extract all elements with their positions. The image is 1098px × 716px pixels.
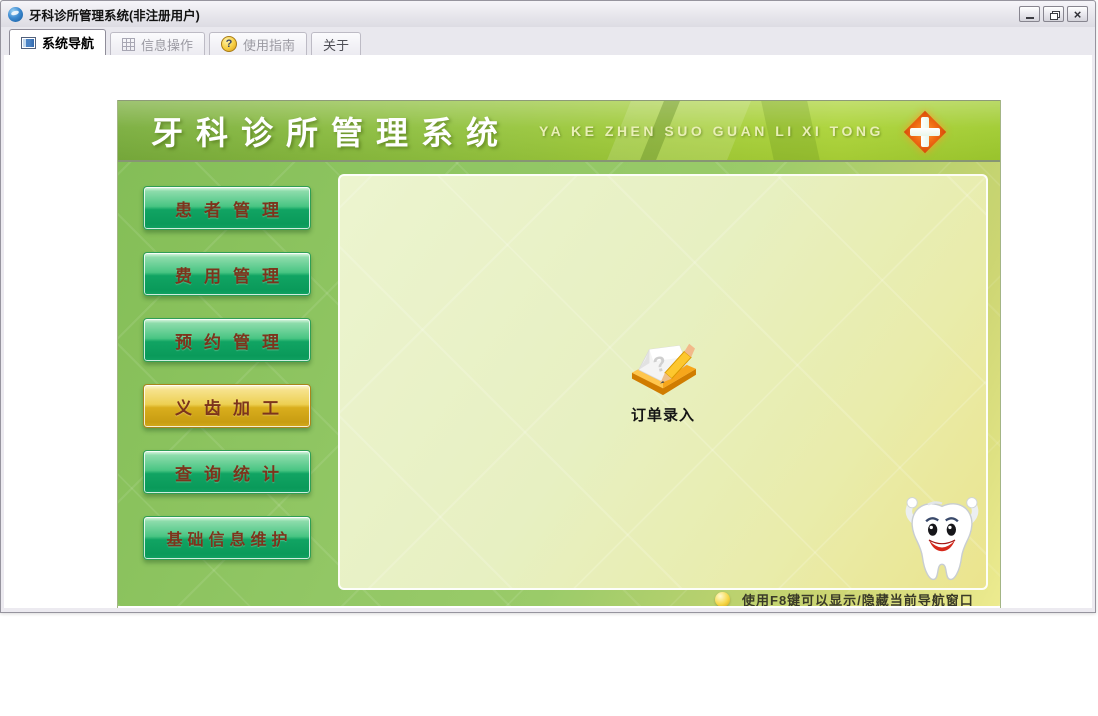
medical-cross-icon bbox=[903, 110, 947, 154]
menu-button-basic-info-maintenance[interactable]: 基础信息维护 bbox=[143, 516, 311, 560]
tooth-mascot bbox=[905, 497, 979, 581]
desktop: 牙科诊所管理系统(非注册用户) × 系统导航 信息操作 ? 使用指南 关于 牙科… bbox=[0, 0, 1098, 716]
content-area: 牙科诊所管理系统 YA KE ZHEN SUO GUAN LI XI TONG … bbox=[4, 55, 1092, 608]
tab-about[interactable]: 关于 bbox=[311, 32, 362, 55]
close-button[interactable]: × bbox=[1067, 6, 1088, 22]
workspace-panel: ? 订单录入 bbox=[338, 174, 988, 590]
panel-body: 患者管理 费用管理 预约管理 义齿加工 查询统计 基础信息维护 ? 订单录入 使… bbox=[118, 162, 1000, 606]
restore-icon bbox=[1049, 10, 1060, 20]
restore-button[interactable] bbox=[1043, 6, 1064, 22]
tab-system-navigation[interactable]: 系统导航 bbox=[9, 29, 107, 55]
title-bar: 牙科诊所管理系统(非注册用户) × bbox=[1, 1, 1095, 27]
menu-button-appointment-management[interactable]: 预约管理 bbox=[143, 318, 311, 362]
tab-label: 系统导航 bbox=[42, 36, 95, 51]
help-question-icon: ? bbox=[221, 36, 238, 52]
window-title: 牙科诊所管理系统(非注册用户) bbox=[29, 8, 200, 23]
app-window: 牙科诊所管理系统(非注册用户) × 系统导航 信息操作 ? 使用指南 关于 牙科… bbox=[0, 0, 1096, 613]
status-hint: 使用F8键可以显示/隐藏当前导航窗口 bbox=[715, 590, 974, 606]
minimize-icon bbox=[1025, 16, 1034, 19]
menu-button-query-statistics[interactable]: 查询统计 bbox=[143, 450, 311, 494]
banner: 牙科诊所管理系统 YA KE ZHEN SUO GUAN LI XI TONG bbox=[118, 100, 1000, 162]
menu-button-patient-management[interactable]: 患者管理 bbox=[143, 186, 311, 230]
tab-label: 信息操作 bbox=[141, 37, 194, 53]
shortcut-label: 订单录入 bbox=[630, 407, 695, 424]
menu-button-denture-processing[interactable]: 义齿加工 bbox=[143, 384, 311, 428]
tab-label: 使用指南 bbox=[243, 37, 296, 53]
tab-bar: 系统导航 信息操作 ? 使用指南 关于 bbox=[1, 27, 1095, 55]
app-logo-icon bbox=[8, 6, 23, 22]
banner-title: 牙科诊所管理系统 bbox=[151, 114, 512, 151]
tab-info-operations[interactable]: 信息操作 bbox=[110, 32, 206, 55]
side-menu: 患者管理 费用管理 预约管理 义齿加工 查询统计 基础信息维护 bbox=[143, 186, 311, 560]
order-notebook-pencil-icon: ? bbox=[631, 343, 696, 396]
status-hint-text: 使用F8键可以显示/隐藏当前导航窗口 bbox=[742, 593, 974, 606]
grid-icon bbox=[122, 37, 136, 51]
minimize-button[interactable] bbox=[1019, 6, 1040, 22]
navigation-window-icon bbox=[21, 36, 36, 49]
close-icon: × bbox=[1073, 6, 1082, 22]
yellow-sphere-icon bbox=[715, 592, 730, 606]
tab-label: 关于 bbox=[323, 37, 350, 53]
banner-subtitle: YA KE ZHEN SUO GUAN LI XI TONG bbox=[539, 122, 884, 139]
shortcut-order-entry[interactable]: ? 订单录入 bbox=[603, 334, 723, 425]
main-panel: 牙科诊所管理系统 YA KE ZHEN SUO GUAN LI XI TONG … bbox=[117, 100, 1001, 608]
menu-button-fee-management[interactable]: 费用管理 bbox=[143, 252, 311, 296]
tab-user-guide[interactable]: ? 使用指南 bbox=[209, 32, 308, 55]
